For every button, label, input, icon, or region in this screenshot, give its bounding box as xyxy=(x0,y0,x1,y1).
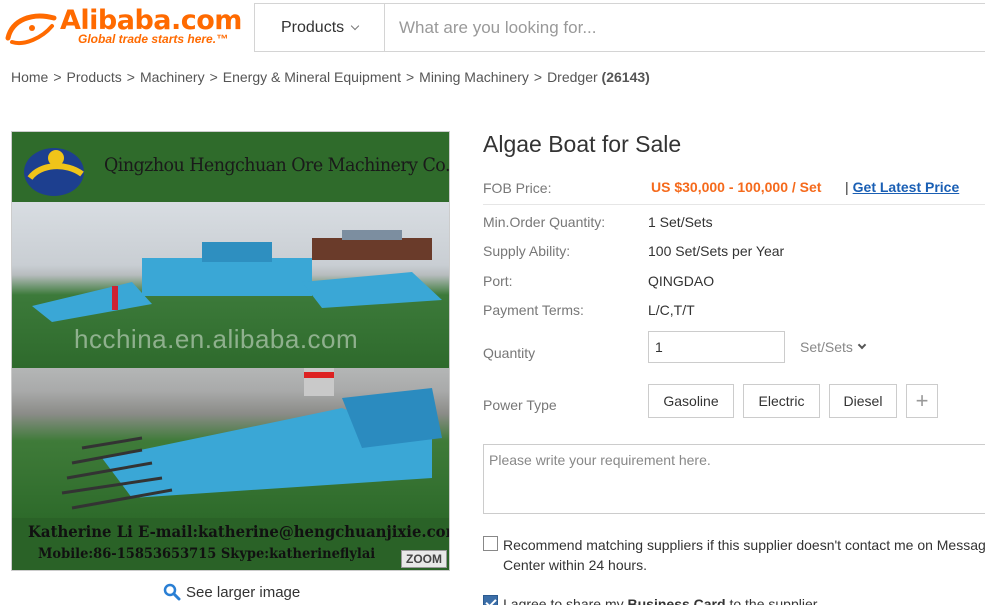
recommend-suppliers-text: Recommend matching suppliers if this sup… xyxy=(503,537,985,573)
latest-price-separator: | Get Latest Price xyxy=(845,179,960,195)
port-label: Port: xyxy=(483,273,513,289)
search-category-label: Products xyxy=(281,18,345,36)
chevron-down-icon xyxy=(350,21,360,31)
see-larger-image-link[interactable]: See larger image xyxy=(163,583,300,601)
boat-illustration-bottom xyxy=(61,368,442,510)
search-bar: Products xyxy=(254,3,985,52)
get-latest-price-link[interactable]: Get Latest Price xyxy=(853,179,960,195)
power-option-gasoline[interactable]: Gasoline xyxy=(648,384,734,418)
share-business-card-text: I agree to share my Business Card to the… xyxy=(503,594,985,605)
image-contact-mobile: Mobile:86-15853653715 Skype:katherinefly… xyxy=(38,546,376,562)
site-header: Alibaba.com Global trade starts here.™ P… xyxy=(0,0,985,56)
min-order-label: Min.Order Quantity: xyxy=(483,214,606,230)
image-company-name: Qingzhou Hengchuan Ore Machinery Co.,Ltd xyxy=(104,154,450,176)
breadcrumb: Home > Products > Machinery > Energy & Mineral… xyxy=(11,69,650,85)
breadcrumb-dredger[interactable]: Dredger xyxy=(547,69,598,85)
boat-illustration-top xyxy=(32,230,442,322)
product-image[interactable]: Qingzhou Hengchuan Ore Machinery Co.,Ltd… xyxy=(11,131,450,571)
breadcrumb-count: (26143) xyxy=(601,69,650,85)
fob-price-row: FOB Price: US $30,000 - 100,000 / Set | G… xyxy=(483,171,985,205)
payment-terms-value: L/C,T/T xyxy=(648,302,695,318)
agree-prefix: I agree to share my xyxy=(503,596,624,605)
company-emblem-icon xyxy=(24,148,84,196)
search-input[interactable] xyxy=(386,4,985,51)
power-type-label: Power Type xyxy=(483,397,557,413)
quantity-unit-dropdown[interactable]: Set/Sets xyxy=(800,339,867,355)
logo-tagline: Global trade starts here.™ xyxy=(78,32,229,46)
requirement-textarea[interactable] xyxy=(483,444,985,514)
magnifier-icon xyxy=(163,583,181,601)
alibaba-logo[interactable]: Alibaba.com Global trade starts here.™ xyxy=(2,4,242,50)
image-contact-email: Katherine Li E-mail:katherine@hengchuanj… xyxy=(28,522,450,541)
supply-ability-label: Supply Ability: xyxy=(483,243,571,259)
recommend-suppliers-checkbox[interactable] xyxy=(483,536,498,551)
agree-suffix: to the supplier. xyxy=(729,596,821,605)
fob-price-value: US $30,000 - 100,000 / Set xyxy=(651,179,822,195)
fob-price-label: FOB Price: xyxy=(483,180,552,196)
search-category-dropdown[interactable]: Products xyxy=(255,4,385,51)
chevron-down-icon xyxy=(857,340,867,350)
plus-icon: + xyxy=(915,388,929,413)
add-option-button[interactable]: + xyxy=(906,384,938,418)
breadcrumb-home[interactable]: Home xyxy=(11,69,48,85)
breadcrumb-energy-mineral[interactable]: Energy & Mineral Equipment xyxy=(223,69,401,85)
breadcrumb-mining-machinery[interactable]: Mining Machinery xyxy=(419,69,529,85)
business-card-link[interactable]: Business Card xyxy=(628,596,726,605)
quantity-unit-label: Set/Sets xyxy=(800,339,853,355)
share-business-card-row: I agree to share my Business Card to the… xyxy=(483,594,985,605)
supply-ability-value: 100 Set/Sets per Year xyxy=(648,243,785,259)
min-order-value: 1 Set/Sets xyxy=(648,214,713,230)
breadcrumb-products[interactable]: Products xyxy=(67,69,122,85)
quantity-input[interactable] xyxy=(648,331,785,363)
power-option-diesel[interactable]: Diesel xyxy=(829,384,897,418)
payment-terms-label: Payment Terms: xyxy=(483,302,584,318)
zoom-button[interactable]: ZOOM xyxy=(401,550,447,568)
recommend-suppliers-row: Recommend matching suppliers if this sup… xyxy=(483,535,985,575)
alibaba-smile-icon xyxy=(5,13,57,45)
port-value: QINGDAO xyxy=(648,273,715,289)
see-larger-label: See larger image xyxy=(186,583,301,601)
product-title: Algae Boat for Sale xyxy=(483,131,682,157)
breadcrumb-machinery[interactable]: Machinery xyxy=(140,69,205,85)
quantity-label: Quantity xyxy=(483,345,536,361)
image-watermark: hcchina.en.alibaba.com xyxy=(74,324,359,354)
share-business-card-checkbox[interactable] xyxy=(483,595,498,605)
power-option-electric[interactable]: Electric xyxy=(743,384,820,418)
